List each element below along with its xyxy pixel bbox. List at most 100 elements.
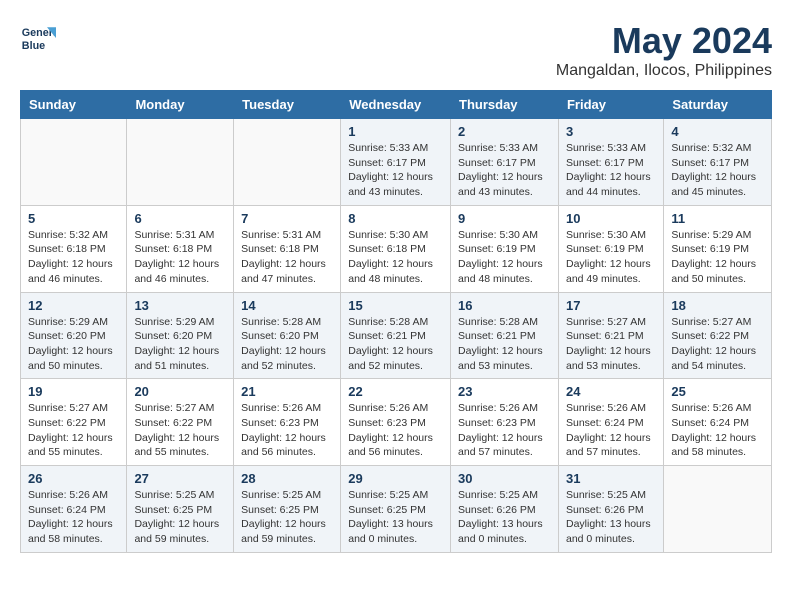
calendar-cell: 12 Sunrise: 5:29 AM Sunset: 6:20 PM Dayli… — [21, 292, 127, 379]
day-info: Sunrise: 5:30 AM Sunset: 6:19 PM Dayligh… — [566, 228, 656, 287]
day-number: 13 — [134, 298, 226, 313]
day-info: Sunrise: 5:25 AM Sunset: 6:26 PM Dayligh… — [566, 488, 656, 547]
weekday-header-thursday: Thursday — [451, 91, 559, 119]
day-info: Sunrise: 5:25 AM Sunset: 6:25 PM Dayligh… — [241, 488, 333, 547]
day-number: 8 — [348, 211, 443, 226]
calendar-cell: 28 Sunrise: 5:25 AM Sunset: 6:25 PM Dayli… — [234, 466, 341, 553]
calendar-week-4: 19 Sunrise: 5:27 AM Sunset: 6:22 PM Dayli… — [21, 379, 772, 466]
day-info: Sunrise: 5:26 AM Sunset: 6:24 PM Dayligh… — [566, 401, 656, 460]
weekday-header-wednesday: Wednesday — [341, 91, 451, 119]
day-number: 28 — [241, 471, 333, 486]
calendar-cell: 10 Sunrise: 5:30 AM Sunset: 6:19 PM Dayli… — [558, 205, 663, 292]
day-number: 3 — [566, 124, 656, 139]
day-number: 16 — [458, 298, 551, 313]
day-number: 14 — [241, 298, 333, 313]
calendar-cell: 27Sunrise: 5:25 AM Sunset: 6:25 PM Dayli… — [127, 466, 234, 553]
calendar-cell: 31Sunrise: 5:25 AM Sunset: 6:26 PM Dayli… — [558, 466, 663, 553]
calendar-cell: 11 Sunrise: 5:29 AM Sunset: 6:19 PM Dayli… — [664, 205, 772, 292]
calendar-cell: 23 Sunrise: 5:26 AM Sunset: 6:23 PM Dayli… — [451, 379, 559, 466]
title-block: May 2024 Mangaldan, Ilocos, Philippines — [556, 20, 772, 80]
calendar-week-1: 1 Sunrise: 5:33 AM Sunset: 6:17 PM Daylig… — [21, 119, 772, 206]
day-number: 1 — [348, 124, 443, 139]
calendar-cell: 14Sunrise: 5:28 AM Sunset: 6:20 PM Dayli… — [234, 292, 341, 379]
calendar-cell: 26Sunrise: 5:26 AM Sunset: 6:24 PM Dayli… — [21, 466, 127, 553]
day-number: 20 — [134, 384, 226, 399]
calendar-cell: 18Sunrise: 5:27 AM Sunset: 6:22 PM Dayli… — [664, 292, 772, 379]
day-info: Sunrise: 5:26 AM Sunset: 6:23 PM Dayligh… — [241, 401, 333, 460]
weekday-header-friday: Friday — [558, 91, 663, 119]
calendar-cell — [664, 466, 772, 553]
calendar-cell: 1 Sunrise: 5:33 AM Sunset: 6:17 PM Daylig… — [341, 119, 451, 206]
day-info: Sunrise: 5:29 AM Sunset: 6:20 PM Dayligh… — [134, 315, 226, 374]
day-info: Sunrise: 5:26 AM Sunset: 6:24 PM Dayligh… — [28, 488, 119, 547]
calendar-cell: 29 Sunrise: 5:25 AM Sunset: 6:25 PM Dayli… — [341, 466, 451, 553]
day-number: 2 — [458, 124, 551, 139]
location-title: Mangaldan, Ilocos, Philippines — [556, 62, 772, 80]
day-info: Sunrise: 5:25 AM Sunset: 6:25 PM Dayligh… — [134, 488, 226, 547]
day-info: Sunrise: 5:28 AM Sunset: 6:21 PM Dayligh… — [458, 315, 551, 374]
day-info: Sunrise: 5:29 AM Sunset: 6:20 PM Dayligh… — [28, 315, 119, 374]
day-number: 11 — [671, 211, 764, 226]
day-info: Sunrise: 5:30 AM Sunset: 6:18 PM Dayligh… — [348, 228, 443, 287]
calendar-cell: 8 Sunrise: 5:30 AM Sunset: 6:18 PM Daylig… — [341, 205, 451, 292]
day-info: Sunrise: 5:31 AM Sunset: 6:18 PM Dayligh… — [134, 228, 226, 287]
svg-text:Blue: Blue — [22, 40, 45, 52]
calendar-cell: 20Sunrise: 5:27 AM Sunset: 6:22 PM Dayli… — [127, 379, 234, 466]
weekday-header-sunday: Sunday — [21, 91, 127, 119]
day-number: 6 — [134, 211, 226, 226]
day-info: Sunrise: 5:32 AM Sunset: 6:17 PM Dayligh… — [671, 141, 764, 200]
day-info: Sunrise: 5:28 AM Sunset: 6:21 PM Dayligh… — [348, 315, 443, 374]
calendar-cell: 7 Sunrise: 5:31 AM Sunset: 6:18 PM Daylig… — [234, 205, 341, 292]
calendar-cell — [127, 119, 234, 206]
calendar-cell: 6 Sunrise: 5:31 AM Sunset: 6:18 PM Daylig… — [127, 205, 234, 292]
day-info: Sunrise: 5:32 AM Sunset: 6:18 PM Dayligh… — [28, 228, 119, 287]
day-info: Sunrise: 5:25 AM Sunset: 6:26 PM Dayligh… — [458, 488, 551, 547]
calendar-cell: 9 Sunrise: 5:30 AM Sunset: 6:19 PM Daylig… — [451, 205, 559, 292]
day-number: 9 — [458, 211, 551, 226]
day-info: Sunrise: 5:29 AM Sunset: 6:19 PM Dayligh… — [671, 228, 764, 287]
calendar-cell: 19 Sunrise: 5:27 AM Sunset: 6:22 PM Dayli… — [21, 379, 127, 466]
day-number: 22 — [348, 384, 443, 399]
calendar-cell: 13 Sunrise: 5:29 AM Sunset: 6:20 PM Dayli… — [127, 292, 234, 379]
calendar-cell: 22 Sunrise: 5:26 AM Sunset: 6:23 PM Dayli… — [341, 379, 451, 466]
day-number: 29 — [348, 471, 443, 486]
page-header: General Blue May 2024 Mangaldan, Ilocos,… — [20, 20, 772, 80]
day-number: 4 — [671, 124, 764, 139]
calendar-cell: 25Sunrise: 5:26 AM Sunset: 6:24 PM Dayli… — [664, 379, 772, 466]
day-info: Sunrise: 5:30 AM Sunset: 6:19 PM Dayligh… — [458, 228, 551, 287]
day-number: 23 — [458, 384, 551, 399]
weekday-header-monday: Monday — [127, 91, 234, 119]
day-number: 17 — [566, 298, 656, 313]
day-number: 25 — [671, 384, 764, 399]
day-number: 12 — [28, 298, 119, 313]
calendar-cell: 16 Sunrise: 5:28 AM Sunset: 6:21 PM Dayli… — [451, 292, 559, 379]
calendar-cell: 5 Sunrise: 5:32 AM Sunset: 6:18 PM Daylig… — [21, 205, 127, 292]
day-info: Sunrise: 5:33 AM Sunset: 6:17 PM Dayligh… — [458, 141, 551, 200]
day-info: Sunrise: 5:25 AM Sunset: 6:25 PM Dayligh… — [348, 488, 443, 547]
day-number: 21 — [241, 384, 333, 399]
day-number: 7 — [241, 211, 333, 226]
weekday-header-saturday: Saturday — [664, 91, 772, 119]
logo-icon: General Blue — [20, 20, 56, 56]
calendar-cell: 15 Sunrise: 5:28 AM Sunset: 6:21 PM Dayli… — [341, 292, 451, 379]
calendar-week-2: 5 Sunrise: 5:32 AM Sunset: 6:18 PM Daylig… — [21, 205, 772, 292]
day-number: 19 — [28, 384, 119, 399]
calendar-table: SundayMondayTuesdayWednesdayThursdayFrid… — [20, 90, 772, 553]
day-number: 18 — [671, 298, 764, 313]
weekday-header-row: SundayMondayTuesdayWednesdayThursdayFrid… — [21, 91, 772, 119]
day-info: Sunrise: 5:26 AM Sunset: 6:23 PM Dayligh… — [458, 401, 551, 460]
calendar-week-5: 26Sunrise: 5:26 AM Sunset: 6:24 PM Dayli… — [21, 466, 772, 553]
weekday-header-tuesday: Tuesday — [234, 91, 341, 119]
day-number: 15 — [348, 298, 443, 313]
day-number: 5 — [28, 211, 119, 226]
day-info: Sunrise: 5:26 AM Sunset: 6:23 PM Dayligh… — [348, 401, 443, 460]
calendar-cell: 2 Sunrise: 5:33 AM Sunset: 6:17 PM Daylig… — [451, 119, 559, 206]
calendar-cell — [234, 119, 341, 206]
day-number: 10 — [566, 211, 656, 226]
day-info: Sunrise: 5:27 AM Sunset: 6:22 PM Dayligh… — [28, 401, 119, 460]
calendar-cell: 24Sunrise: 5:26 AM Sunset: 6:24 PM Dayli… — [558, 379, 663, 466]
calendar-cell — [21, 119, 127, 206]
day-info: Sunrise: 5:33 AM Sunset: 6:17 PM Dayligh… — [348, 141, 443, 200]
day-info: Sunrise: 5:31 AM Sunset: 6:18 PM Dayligh… — [241, 228, 333, 287]
calendar-cell: 3Sunrise: 5:33 AM Sunset: 6:17 PM Daylig… — [558, 119, 663, 206]
